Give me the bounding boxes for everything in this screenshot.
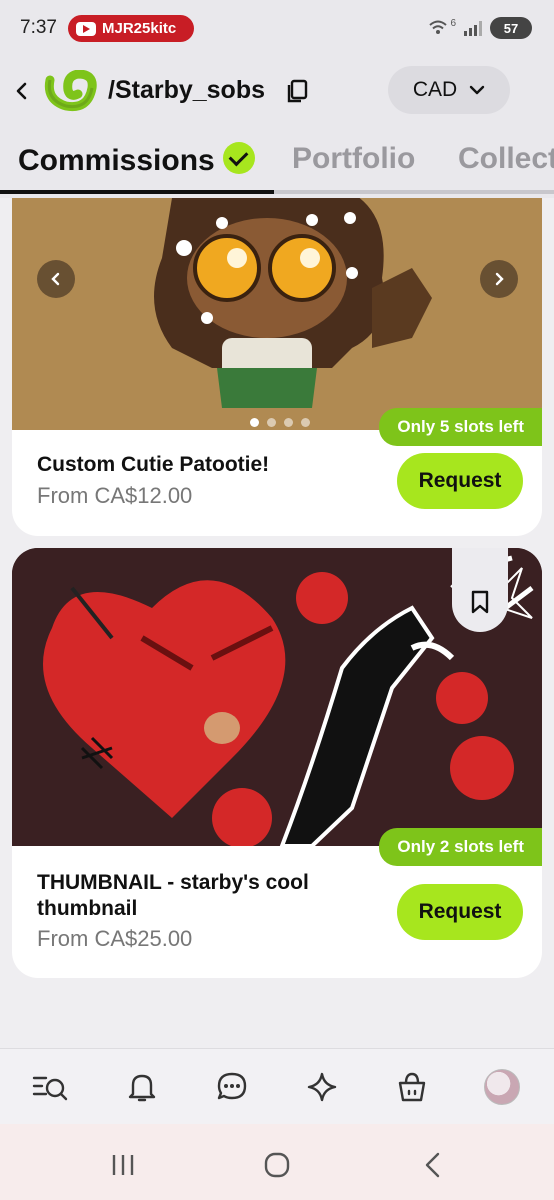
carousel-dots bbox=[250, 418, 310, 427]
commission-title: Custom Cutie Patootie! bbox=[37, 453, 270, 476]
chevron-right-icon bbox=[495, 272, 504, 286]
carousel-dot[interactable] bbox=[284, 418, 293, 427]
commission-list[interactable]: Only 5 slots left Custom Cutie Patootie!… bbox=[0, 198, 554, 1048]
tab-collections[interactable]: Collect bbox=[458, 142, 554, 176]
commission-image[interactable] bbox=[12, 198, 542, 430]
status-bar: 7:37 MJR25kitc 6 57 bbox=[0, 0, 554, 56]
carousel-next-button[interactable] bbox=[480, 260, 518, 298]
youtube-icon bbox=[76, 21, 96, 36]
carousel-dot[interactable] bbox=[250, 418, 259, 427]
system-navigation-bar bbox=[0, 1124, 554, 1200]
slots-left-badge: Only 5 slots left bbox=[379, 408, 542, 446]
request-button[interactable]: Request bbox=[397, 453, 523, 509]
vgen-logo-icon bbox=[44, 70, 97, 112]
youtube-notification-pill[interactable]: MJR25kitc bbox=[68, 15, 194, 42]
network-label: 6 bbox=[450, 17, 456, 29]
carousel-dot[interactable] bbox=[267, 418, 276, 427]
slots-left-badge: Only 2 slots left bbox=[379, 828, 542, 866]
bag-icon bbox=[398, 1072, 426, 1102]
active-tab-indicator bbox=[0, 190, 274, 194]
signal-icon bbox=[464, 20, 482, 36]
nav-discover[interactable] bbox=[304, 1069, 340, 1105]
notification-pill-label: MJR25kitc bbox=[102, 20, 177, 37]
profile-username: /Starby_sobs bbox=[108, 76, 266, 104]
explore-icon bbox=[32, 1076, 68, 1101]
recents-icon[interactable] bbox=[108, 1150, 138, 1180]
chevron-left-icon bbox=[16, 82, 27, 100]
battery-indicator: 57 bbox=[490, 17, 532, 39]
home-icon[interactable] bbox=[262, 1150, 292, 1180]
request-button[interactable]: Request bbox=[397, 884, 523, 940]
chevron-left-icon bbox=[51, 272, 60, 286]
commission-price: From CA$12.00 bbox=[37, 483, 193, 508]
commission-card[interactable]: Only 2 slots left THUMBNAIL - starby's c… bbox=[12, 548, 542, 978]
nav-profile[interactable] bbox=[484, 1069, 520, 1105]
nav-shop[interactable] bbox=[394, 1069, 430, 1105]
status-indicators: 6 57 bbox=[428, 17, 532, 39]
tab-portfolio[interactable]: Portfolio bbox=[292, 142, 415, 176]
currency-selector[interactable]: CAD bbox=[388, 66, 510, 114]
back-button[interactable] bbox=[12, 76, 32, 106]
chevron-down-icon bbox=[469, 85, 485, 95]
tab-commissions[interactable]: Commissions bbox=[18, 142, 255, 178]
avatar bbox=[484, 1069, 520, 1105]
commission-card[interactable]: Only 5 slots left Custom Cutie Patootie!… bbox=[12, 198, 542, 536]
wifi-icon bbox=[429, 20, 448, 34]
bookmark-button[interactable] bbox=[452, 548, 508, 632]
commission-price: From CA$25.00 bbox=[37, 926, 193, 951]
tab-track bbox=[274, 190, 554, 194]
nav-notifications[interactable] bbox=[124, 1069, 160, 1105]
profile-tabs: Commissions Portfolio Collect bbox=[0, 130, 554, 198]
nav-messages[interactable] bbox=[214, 1069, 250, 1105]
commission-title: THUMBNAIL - starby's cool thumbnail bbox=[37, 871, 309, 920]
copy-icon[interactable] bbox=[284, 78, 310, 104]
tab-commissions-label: Commissions bbox=[18, 144, 215, 177]
chibi-character-art bbox=[12, 198, 542, 430]
profile-header: /Starby_sobs CAD bbox=[0, 56, 554, 130]
bottom-navigation bbox=[0, 1048, 554, 1124]
carousel-dot[interactable] bbox=[301, 418, 310, 427]
commission-image[interactable] bbox=[12, 548, 542, 846]
bookmark-icon bbox=[471, 590, 489, 614]
status-time: 7:37 bbox=[20, 17, 57, 38]
back-icon[interactable] bbox=[418, 1150, 448, 1180]
sparkle-icon bbox=[307, 1072, 337, 1102]
verified-check-icon bbox=[222, 142, 255, 174]
battery-level: 57 bbox=[503, 20, 519, 36]
nav-explore[interactable] bbox=[32, 1069, 68, 1105]
carousel-prev-button[interactable] bbox=[37, 260, 75, 298]
chat-icon bbox=[217, 1072, 247, 1100]
bell-icon bbox=[128, 1074, 156, 1102]
currency-value: CAD bbox=[412, 78, 458, 101]
